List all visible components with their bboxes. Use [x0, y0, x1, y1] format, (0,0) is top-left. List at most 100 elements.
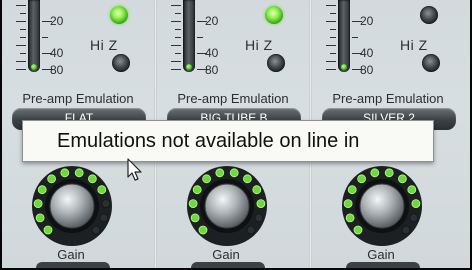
meter-tick — [20, 53, 26, 54]
meter-tick — [330, 53, 336, 54]
meter-tick — [326, 21, 336, 22]
meter-tick — [197, 37, 203, 38]
preamp-emulation-label: Pre-amp Emulation — [332, 91, 444, 106]
gain-led-on — [74, 168, 84, 178]
gain-led-on — [407, 185, 417, 195]
gain-led-on — [35, 213, 45, 223]
gain-led-on — [33, 199, 43, 208]
channel-bottom-button[interactable] — [346, 262, 420, 268]
channel-bottom-button[interactable] — [36, 262, 110, 268]
meter-scale-label: 20 — [360, 14, 374, 28]
meter-tick — [352, 37, 358, 38]
gain-led-on — [88, 174, 97, 184]
gain-knob[interactable] — [24, 162, 120, 258]
gain-led-off — [254, 213, 264, 223]
meter-tick — [16, 21, 26, 22]
knob-cap — [359, 183, 405, 229]
gain-led-on — [43, 225, 53, 235]
gain-knob-icon — [342, 166, 422, 246]
gain-label: Gain — [367, 247, 395, 262]
meter-scale-label: 80 — [360, 63, 374, 77]
tooltip: Emulations not available on line in — [22, 120, 434, 162]
meter-level-led — [341, 64, 347, 70]
channel-strip-panel: 20 40 80 Hi Z Pre-amp Emulation FLAT Gai… — [2, 0, 470, 268]
meter-tick — [330, 37, 336, 38]
meter-tick — [326, 5, 336, 6]
gain-label: Gain — [212, 247, 240, 262]
gain-led-on — [398, 174, 407, 184]
gain-led-off — [99, 213, 109, 223]
gain-led-on — [384, 168, 394, 178]
input-level-meter — [338, 0, 350, 72]
meter-tick — [175, 13, 181, 14]
gain-led-off — [91, 225, 101, 235]
meter-tick — [16, 5, 26, 6]
preamp-emulation-label: Pre-amp Emulation — [177, 91, 289, 106]
gain-knob-icon — [187, 166, 267, 246]
gain-knob[interactable] — [179, 162, 275, 258]
channel-bottom-button[interactable] — [191, 262, 265, 268]
gain-led-on — [37, 185, 47, 195]
hiz-indicator-led — [420, 6, 438, 24]
gain-led-on — [353, 225, 363, 235]
meter-level-led — [31, 64, 37, 70]
hiz-label: Hi Z — [400, 37, 428, 53]
gain-led-off — [246, 225, 256, 235]
gain-knob[interactable] — [334, 162, 430, 258]
gain-led-on — [215, 168, 225, 178]
meter-tick — [171, 21, 181, 22]
meter-scale-label: 40 — [360, 46, 374, 60]
meter-tick — [42, 37, 48, 38]
gain-led-off — [409, 213, 419, 223]
gain-label: Gain — [57, 247, 85, 262]
input-level-meter — [183, 0, 195, 72]
meter-tick — [175, 53, 181, 54]
gain-led-on — [357, 174, 367, 184]
meter-scale-label: 40 — [205, 46, 219, 60]
meter-tick — [20, 29, 26, 30]
hiz-toggle-button[interactable] — [422, 54, 440, 72]
meter-tick — [171, 5, 181, 6]
gain-led-on — [190, 213, 200, 223]
gain-led-on — [243, 174, 252, 184]
meter-scale-label: 80 — [50, 63, 64, 77]
gain-led-off — [401, 225, 411, 235]
gain-led-on — [97, 185, 107, 195]
hiz-toggle-button[interactable] — [267, 54, 285, 72]
gain-led-on — [345, 213, 355, 223]
gain-led-on — [411, 199, 421, 208]
knob-cap — [49, 183, 95, 229]
preamp-emulation-label: Pre-amp Emulation — [22, 91, 134, 106]
meter-tick — [326, 45, 336, 46]
gain-knob-icon — [32, 166, 112, 246]
gain-led-on — [47, 174, 57, 184]
hiz-indicator-led — [265, 6, 283, 24]
gain-led-on — [343, 199, 353, 208]
hiz-label: Hi Z — [245, 37, 273, 53]
gain-led-on — [252, 185, 262, 195]
knob-cap — [204, 183, 250, 229]
meter-tick — [171, 45, 181, 46]
gain-led-on — [60, 168, 70, 178]
gain-led-on — [202, 174, 212, 184]
gain-led-on — [188, 199, 198, 208]
input-level-meter — [28, 0, 40, 72]
meter-tick — [16, 61, 26, 62]
meter-tick — [330, 13, 336, 14]
meter-tick — [171, 69, 181, 70]
meter-tick — [20, 37, 26, 38]
window-frame: 20 40 80 Hi Z Pre-amp Emulation FLAT Gai… — [0, 0, 472, 270]
gain-led-on — [256, 199, 266, 208]
meter-tick — [16, 69, 26, 70]
meter-tick — [20, 13, 26, 14]
arrow-pointer-icon — [127, 158, 142, 181]
meter-scale-label: 20 — [50, 14, 64, 28]
meter-tick — [330, 29, 336, 30]
hiz-toggle-button[interactable] — [112, 54, 130, 72]
meter-tick — [326, 61, 336, 62]
gain-led-on — [347, 185, 357, 195]
meter-tick — [175, 29, 181, 30]
gain-led-off — [101, 199, 111, 208]
hiz-indicator-led — [110, 6, 128, 24]
meter-tick — [16, 45, 26, 46]
